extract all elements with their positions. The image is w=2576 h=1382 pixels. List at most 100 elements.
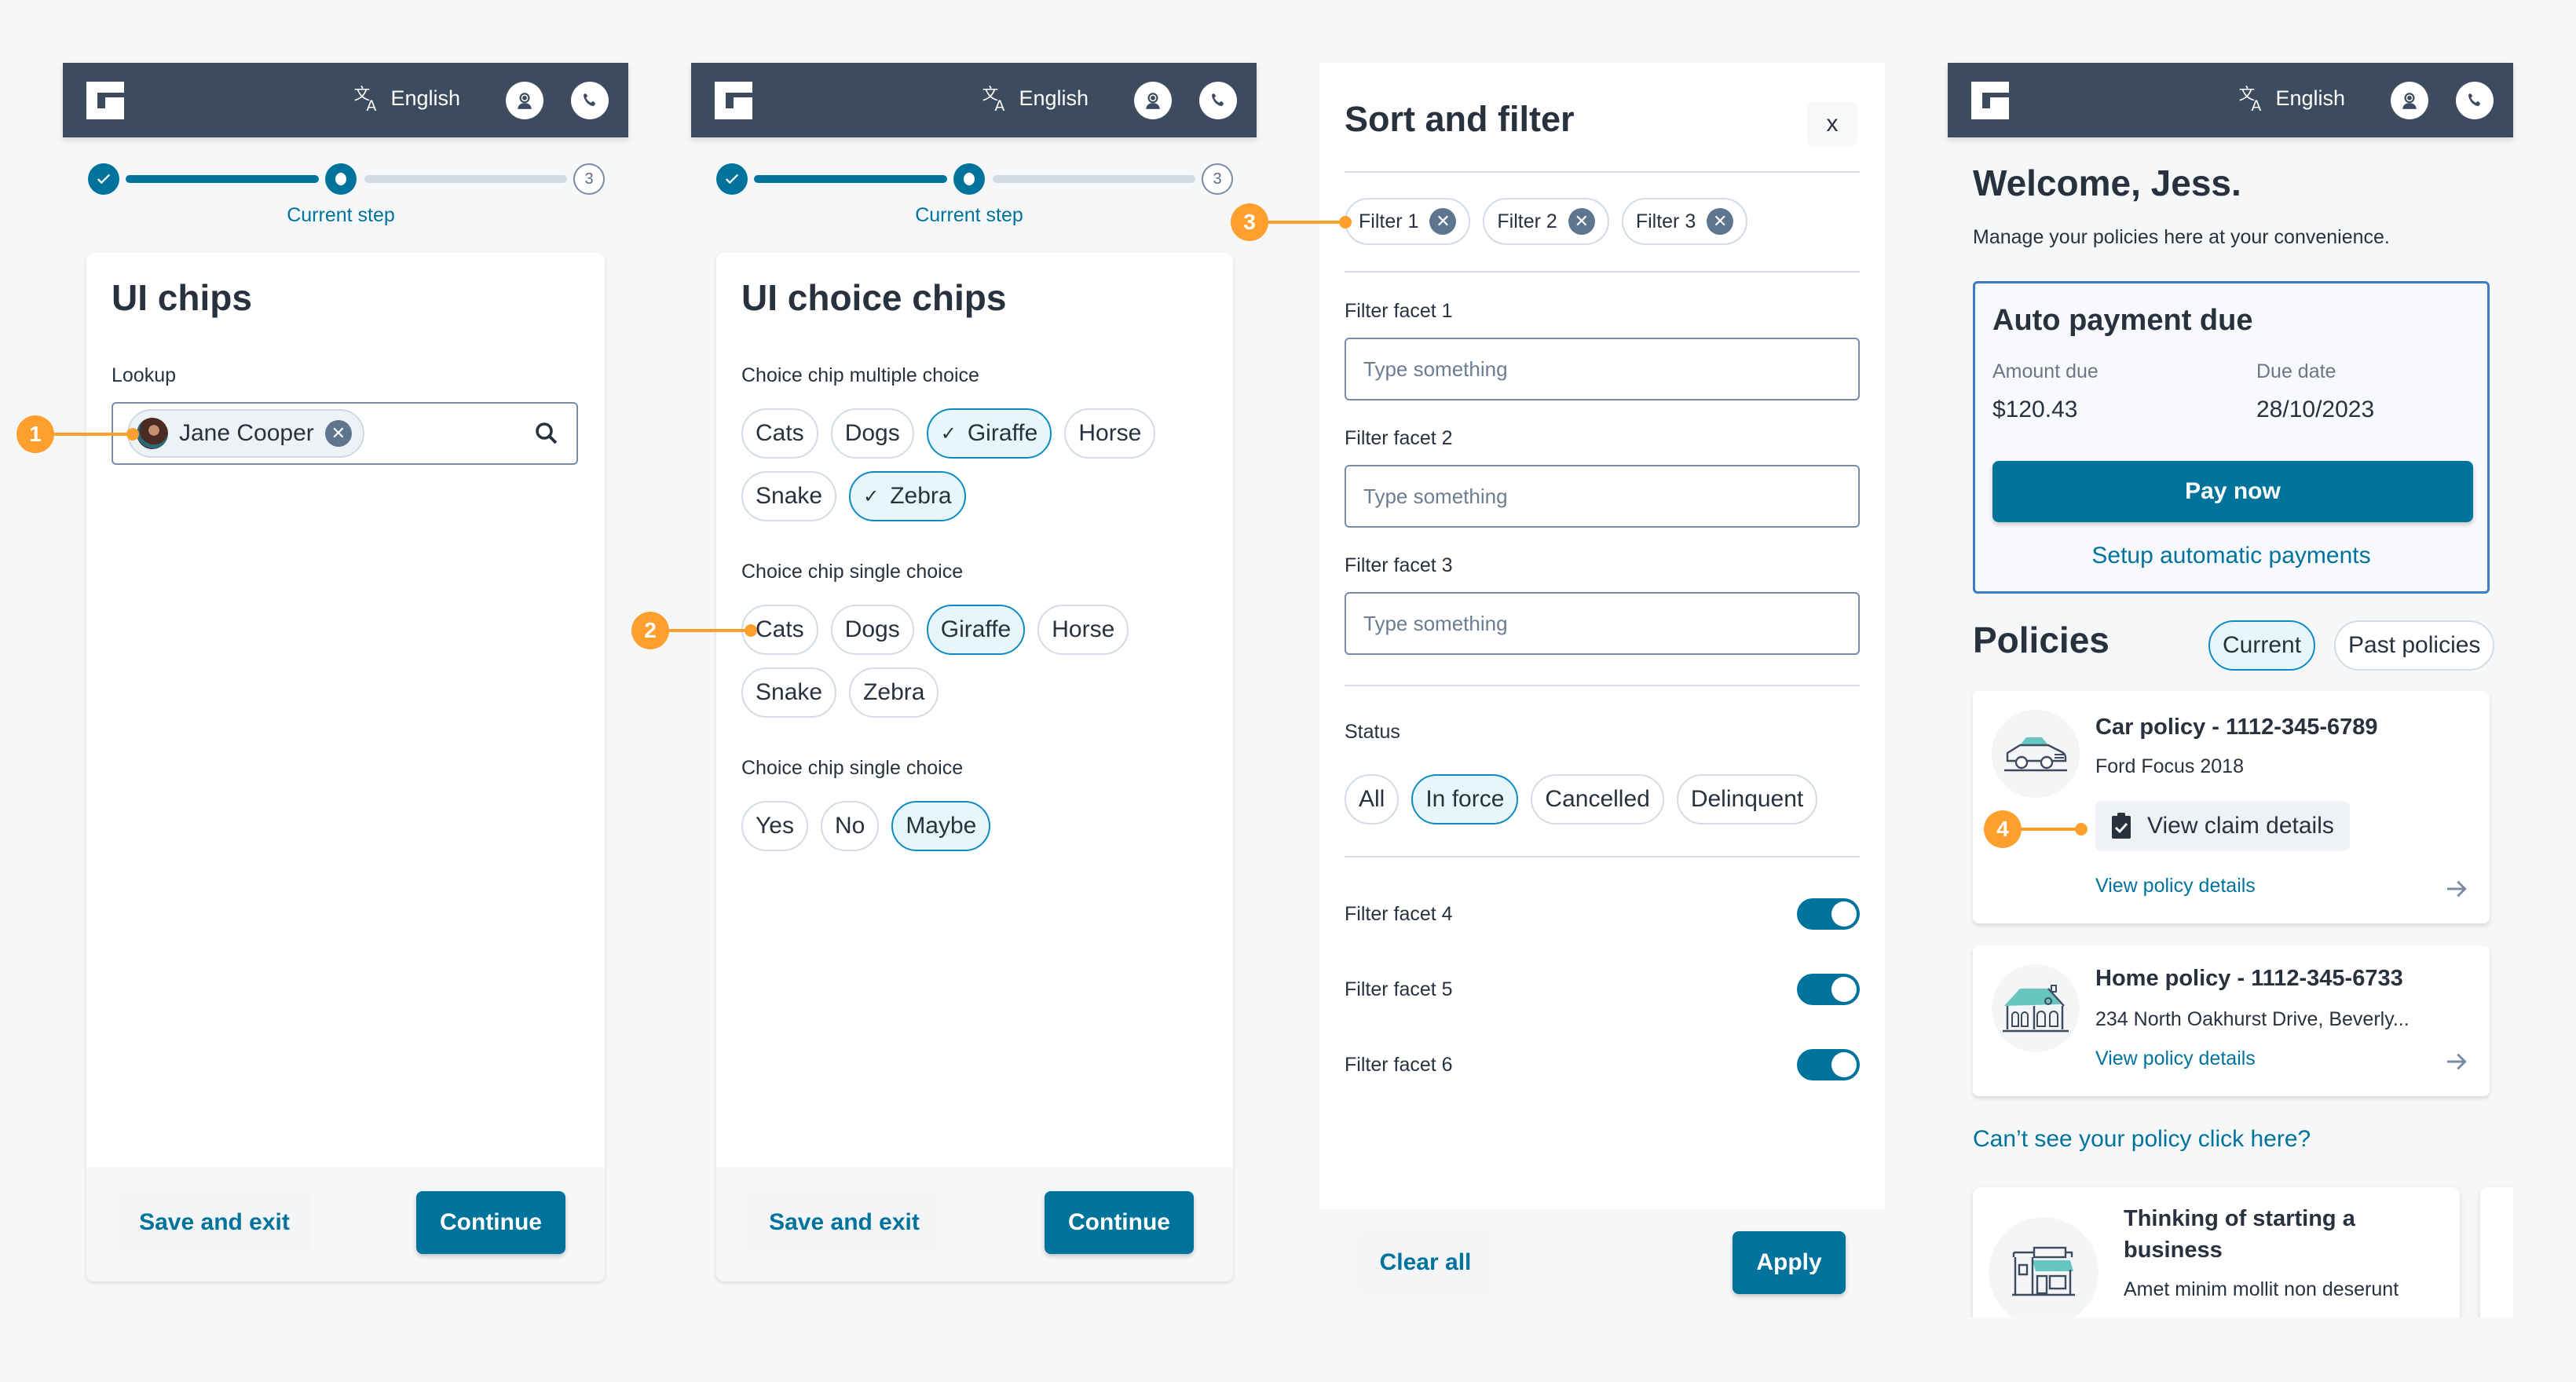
divider bbox=[1345, 271, 1860, 272]
chip-label: In force bbox=[1425, 786, 1505, 812]
promo-carousel: Thinking of starting a business Amet min… bbox=[1948, 1178, 2513, 1318]
active-filters: Filter 1 ✕ Filter 2 ✕ Filter 3 ✕ bbox=[1345, 198, 1860, 245]
agent-button[interactable] bbox=[1134, 82, 1172, 119]
tab-past-policies[interactable]: Past policies bbox=[2334, 620, 2495, 671]
promo-card[interactable]: Thinking of starting a business Amet min… bbox=[1973, 1187, 2460, 1318]
avatar bbox=[137, 418, 168, 449]
setup-automatic-payments-link[interactable]: Setup automatic payments bbox=[1975, 543, 2487, 569]
choice-chip-snake[interactable]: Snake bbox=[741, 471, 837, 521]
choice-chip-giraffe[interactable]: Giraffe bbox=[926, 605, 1026, 655]
step-future[interactable]: 3 bbox=[1202, 163, 1233, 195]
promo-card[interactable] bbox=[2480, 1187, 2513, 1318]
choice-chip-zebra[interactable]: Zebra bbox=[849, 667, 939, 718]
choice-chip-cats[interactable]: Cats bbox=[741, 408, 818, 459]
choice-chip-maybe[interactable]: Maybe bbox=[891, 801, 991, 851]
chip-label: Maybe bbox=[906, 813, 977, 839]
chip-label: Filter 1 bbox=[1359, 210, 1419, 232]
save-and-exit-button[interactable]: Save and exit bbox=[748, 1191, 941, 1254]
language-selector[interactable]: 文A English bbox=[981, 83, 1089, 113]
person-chip[interactable]: Jane Cooper ✕ bbox=[127, 409, 364, 458]
view-claim-details-button[interactable]: View claim details bbox=[2095, 801, 2350, 851]
view-policy-details-link[interactable]: View policy details bbox=[2095, 1047, 2256, 1070]
view-policy-details-link[interactable]: View policy details bbox=[2095, 875, 2256, 898]
stepper-progress-remaining bbox=[993, 175, 1195, 183]
close-button[interactable]: x bbox=[1807, 102, 1857, 146]
policy-subtitle: 234 North Oakhurst Drive, Beverly... bbox=[2095, 1008, 2410, 1030]
annotation-line bbox=[54, 433, 130, 436]
language-selector[interactable]: 文A English bbox=[353, 83, 460, 113]
filter-facet-5-toggle[interactable] bbox=[1797, 974, 1860, 1005]
filter-facet-2-input[interactable] bbox=[1345, 465, 1860, 528]
status-chip-all[interactable]: All bbox=[1345, 774, 1400, 824]
facet-label: Filter facet 3 bbox=[1345, 554, 1453, 576]
phone-button[interactable] bbox=[2456, 82, 2494, 119]
brand-logo[interactable] bbox=[1971, 82, 2009, 119]
stepper-progress-remaining bbox=[364, 175, 567, 183]
choice-chip-yes[interactable]: Yes bbox=[741, 801, 808, 851]
status-chip-cancelled[interactable]: Cancelled bbox=[1531, 774, 1664, 824]
remove-filter-icon[interactable]: ✕ bbox=[1429, 208, 1457, 235]
status-chip-in-force[interactable]: In force bbox=[1411, 774, 1519, 824]
brand-logo[interactable] bbox=[86, 82, 124, 119]
app-header: 文A English bbox=[1948, 63, 2513, 137]
filter-chip-filter-1[interactable]: Filter 1 ✕ bbox=[1345, 198, 1471, 245]
choice-chip-horse[interactable]: Horse bbox=[1064, 408, 1156, 459]
continue-button[interactable]: Continue bbox=[1045, 1191, 1194, 1254]
phone-button[interactable] bbox=[571, 82, 609, 119]
close-icon: x bbox=[1826, 111, 1839, 137]
annotation-4: 4 bbox=[1984, 810, 2088, 848]
step-complete[interactable] bbox=[88, 163, 119, 195]
car-icon bbox=[2004, 737, 2067, 772]
svg-text:A: A bbox=[2252, 97, 2262, 113]
filter-facet-4-toggle[interactable] bbox=[1797, 898, 1860, 930]
choice-chip-horse[interactable]: Horse bbox=[1037, 605, 1129, 655]
choice-chip-no[interactable]: No bbox=[820, 801, 880, 851]
status-chip-delinquent[interactable]: Delinquent bbox=[1676, 774, 1818, 824]
toggle-row: Filter facet 6 bbox=[1345, 1047, 1860, 1082]
progress-stepper: 3 Current step bbox=[88, 163, 606, 242]
choice-chip-dogs[interactable]: Dogs bbox=[830, 408, 914, 459]
chip-label: Delinquent bbox=[1690, 786, 1804, 812]
check-icon bbox=[97, 174, 111, 185]
promo-title: Thinking of starting a business bbox=[2124, 1206, 2355, 1263]
step-future[interactable]: 3 bbox=[573, 163, 605, 195]
cant-see-policy-link[interactable]: Can’t see your policy click here? bbox=[1973, 1126, 2311, 1153]
choice-chip-dogs[interactable]: Dogs bbox=[830, 605, 914, 655]
step-current[interactable] bbox=[953, 163, 985, 195]
filter-facet-1-input[interactable] bbox=[1345, 338, 1860, 400]
group-label: Choice chip multiple choice bbox=[741, 364, 979, 386]
filter-chip-filter-3[interactable]: Filter 3 ✕ bbox=[1621, 198, 1748, 245]
phone-button[interactable] bbox=[1199, 82, 1237, 119]
check-icon: ✓ bbox=[940, 422, 957, 444]
tab-current[interactable]: Current bbox=[2208, 620, 2316, 671]
agent-button[interactable] bbox=[2391, 82, 2428, 119]
arrow-right-icon[interactable] bbox=[2444, 1049, 2469, 1074]
choice-chip-snake[interactable]: Snake bbox=[741, 667, 837, 718]
panel-title: Sort and filter bbox=[1345, 99, 1575, 139]
agent-button[interactable] bbox=[506, 82, 543, 119]
lookup-input[interactable]: Jane Cooper ✕ bbox=[112, 402, 578, 465]
step-current[interactable] bbox=[325, 163, 357, 195]
choice-chip-zebra[interactable]: ✓ Zebra bbox=[849, 471, 966, 521]
clear-all-button[interactable]: Clear all bbox=[1357, 1231, 1494, 1294]
brand-logo[interactable] bbox=[715, 82, 752, 119]
language-selector[interactable]: 文A English bbox=[2238, 83, 2345, 113]
remove-chip-icon[interactable]: ✕ bbox=[324, 420, 352, 447]
save-and-exit-button[interactable]: Save and exit bbox=[118, 1191, 311, 1254]
continue-button[interactable]: Continue bbox=[416, 1191, 565, 1254]
filter-chip-filter-2[interactable]: Filter 2 ✕ bbox=[1483, 198, 1609, 245]
arrow-right-icon[interactable] bbox=[2444, 876, 2469, 901]
filter-facet-6-toggle[interactable] bbox=[1797, 1049, 1860, 1080]
annotation-marker: 1 bbox=[16, 415, 54, 453]
step-complete[interactable] bbox=[716, 163, 748, 195]
remove-filter-icon[interactable]: ✕ bbox=[1707, 208, 1734, 235]
filter-facet-3-input[interactable] bbox=[1345, 592, 1860, 655]
policies-heading: Policies bbox=[1973, 620, 2109, 660]
apply-button[interactable]: Apply bbox=[1733, 1231, 1846, 1294]
remove-filter-icon[interactable]: ✕ bbox=[1568, 208, 1595, 235]
choice-chip-giraffe[interactable]: ✓ Giraffe bbox=[926, 408, 1052, 459]
pay-now-button[interactable]: Pay now bbox=[1992, 461, 2473, 522]
promo-icon-circle bbox=[1989, 1217, 2098, 1318]
app-header: 文A English bbox=[691, 63, 1257, 137]
search-icon[interactable] bbox=[532, 419, 561, 448]
